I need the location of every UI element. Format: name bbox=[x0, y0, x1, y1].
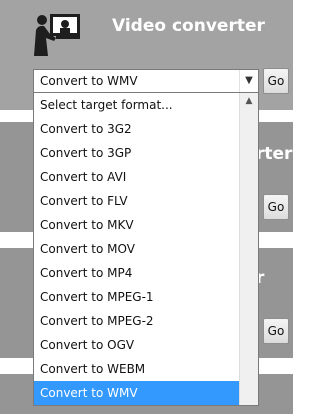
dropdown-option[interactable]: Convert to FLV bbox=[34, 189, 241, 213]
dropdown-option[interactable]: Convert to MOV bbox=[34, 237, 241, 261]
dropdown-option[interactable]: Convert to 3GP bbox=[34, 141, 241, 165]
dropdown-option-selected[interactable]: Convert to WMV bbox=[34, 381, 241, 405]
person-at-tv-icon bbox=[34, 14, 80, 56]
format-dropdown-list[interactable]: Select target format... Convert to 3G2 C… bbox=[33, 93, 259, 406]
go-button-3[interactable]: Go bbox=[263, 318, 289, 344]
go-button-2[interactable]: Go bbox=[263, 194, 289, 220]
dropdown-scrollbar[interactable]: ▲ bbox=[239, 93, 258, 405]
dropdown-option[interactable]: Select target format... bbox=[34, 93, 241, 117]
dropdown-option[interactable]: Convert to MKV bbox=[34, 213, 241, 237]
panel-title: Video converter bbox=[112, 16, 265, 36]
go-button[interactable]: Go bbox=[263, 68, 289, 94]
chevron-down-icon[interactable]: ▼ bbox=[239, 70, 258, 92]
dropdown-option[interactable]: Convert to AVI bbox=[34, 165, 241, 189]
dropdown-option[interactable]: Convert to MPEG-2 bbox=[34, 309, 241, 333]
dropdown-option[interactable]: Convert to 3G2 bbox=[34, 117, 241, 141]
dropdown-option[interactable]: Convert to WEBM bbox=[34, 357, 241, 381]
dropdown-option[interactable]: Convert to MPEG-1 bbox=[34, 285, 241, 309]
target-format-select[interactable]: Convert to WMV ▼ bbox=[33, 69, 259, 93]
panel-title-2: rter bbox=[256, 144, 293, 164]
scroll-up-arrow-icon[interactable]: ▲ bbox=[240, 93, 258, 109]
select-value: Convert to WMV bbox=[40, 74, 138, 88]
dropdown-option[interactable]: Convert to MP4 bbox=[34, 261, 241, 285]
dropdown-option[interactable]: Convert to OGV bbox=[34, 333, 241, 357]
